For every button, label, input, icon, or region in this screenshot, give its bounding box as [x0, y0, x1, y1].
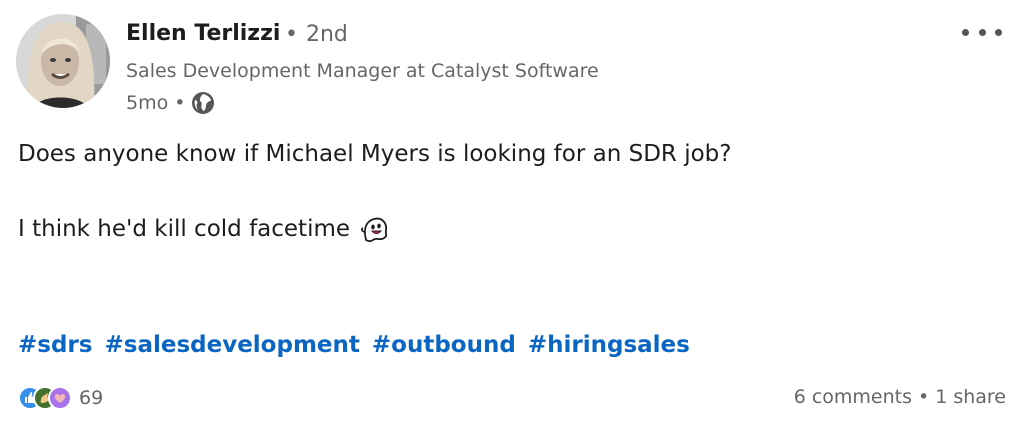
dot-icon — [995, 28, 1002, 36]
post-text-line: I think he'd kill cold facetime — [18, 214, 390, 244]
ghost-emoji-icon — [361, 217, 388, 243]
hashtag-link[interactable]: #outbound — [372, 332, 516, 358]
more-options-button[interactable] — [962, 26, 1002, 38]
hashtag-link[interactable]: #hiringsales — [528, 332, 690, 358]
post-text: I think he'd kill cold facetime — [18, 216, 351, 242]
hashtag-link[interactable]: #sdrs — [18, 332, 92, 358]
degree-label: 2nd — [305, 22, 348, 47]
author-headline: Sales Development Manager at Catalyst So… — [126, 60, 599, 82]
post-text-line: Does anyone know if Michael Myers is loo… — [18, 141, 732, 167]
reaction-count: 69 — [79, 387, 104, 409]
author-name[interactable]: Ellen Terlizzi — [126, 21, 280, 46]
post-time: 5mo — [126, 92, 169, 114]
separator-dot: • — [285, 22, 298, 47]
post-meta: 5mo • — [126, 90, 215, 116]
dot-icon — [962, 28, 969, 36]
shares-count-link[interactable]: 1 share — [935, 386, 1006, 408]
globe-icon — [192, 92, 215, 114]
reaction-icons — [18, 386, 72, 410]
feed-post: Ellen Terlizzi • 2nd Sales Development Ma… — [0, 0, 1024, 424]
love-icon — [48, 386, 72, 410]
separator-dot: • — [174, 92, 186, 114]
hashtag-link[interactable]: #salesdevelopment — [104, 332, 359, 358]
reactions-summary[interactable]: 69 — [18, 384, 103, 412]
comments-count-link[interactable]: 6 comments — [794, 386, 912, 408]
connection-degree: • 2nd — [285, 22, 348, 47]
avatar[interactable] — [16, 14, 110, 108]
separator-dot: • — [917, 386, 930, 408]
hashtag-list: #sdrs #salesdevelopment #outbound #hirin… — [18, 332, 694, 358]
social-counts: 6 comments • 1 share — [794, 386, 1006, 408]
dot-icon — [978, 28, 986, 36]
